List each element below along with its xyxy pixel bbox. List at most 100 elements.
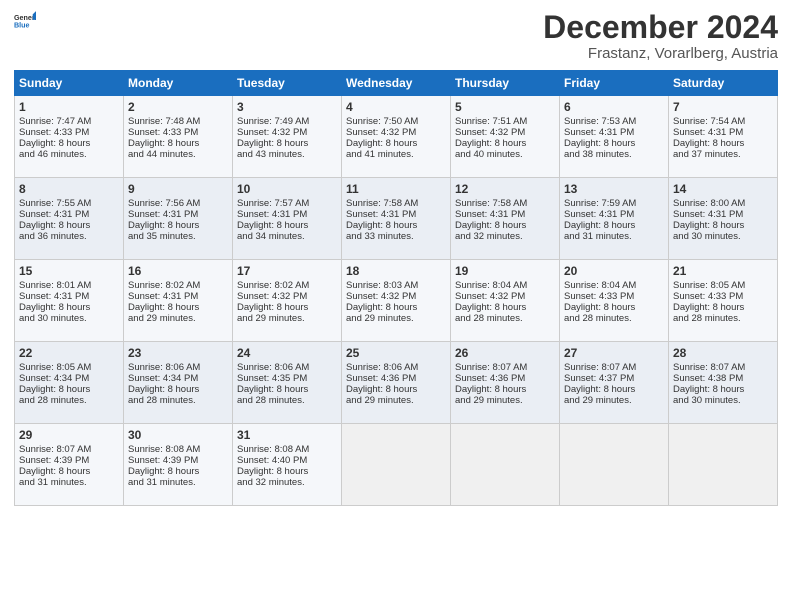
cell-line: Sunset: 4:31 PM (237, 209, 337, 220)
cell-line: Sunset: 4:32 PM (455, 127, 555, 138)
cell-line: and 29 minutes. (128, 313, 228, 324)
cell-line: Sunset: 4:31 PM (564, 127, 664, 138)
cell-line: Sunset: 4:40 PM (237, 455, 337, 466)
cell-line: Daylight: 8 hours (237, 138, 337, 149)
cell-line: and 37 minutes. (673, 149, 773, 160)
cell-line: Daylight: 8 hours (455, 302, 555, 313)
cell-line: Daylight: 8 hours (346, 384, 446, 395)
calendar-cell: 17Sunrise: 8:02 AMSunset: 4:32 PMDayligh… (233, 260, 342, 342)
cell-line: Sunrise: 8:07 AM (455, 362, 555, 373)
calendar-cell: 3Sunrise: 7:49 AMSunset: 4:32 PMDaylight… (233, 96, 342, 178)
cell-line: Sunrise: 8:02 AM (237, 280, 337, 291)
day-header-monday: Monday (124, 71, 233, 96)
cell-line: Sunrise: 7:53 AM (564, 116, 664, 127)
cell-line: Daylight: 8 hours (128, 220, 228, 231)
cell-line: Daylight: 8 hours (128, 138, 228, 149)
calendar-cell: 15Sunrise: 8:01 AMSunset: 4:31 PMDayligh… (15, 260, 124, 342)
cell-line: Sunset: 4:33 PM (128, 127, 228, 138)
cell-line: Sunset: 4:32 PM (237, 127, 337, 138)
day-number: 19 (455, 264, 555, 278)
header: General Blue December 2024 Frastanz, Vor… (14, 10, 778, 62)
day-number: 12 (455, 182, 555, 196)
calendar-cell: 18Sunrise: 8:03 AMSunset: 4:32 PMDayligh… (342, 260, 451, 342)
day-number: 11 (346, 182, 446, 196)
logo: General Blue (14, 10, 36, 32)
calendar-cell (669, 424, 778, 506)
cell-line: Sunset: 4:31 PM (19, 209, 119, 220)
day-number: 24 (237, 346, 337, 360)
cell-line: Daylight: 8 hours (19, 302, 119, 313)
week-row-1: 8Sunrise: 7:55 AMSunset: 4:31 PMDaylight… (15, 178, 778, 260)
cell-line: Sunrise: 8:06 AM (237, 362, 337, 373)
cell-line: Sunrise: 7:47 AM (19, 116, 119, 127)
cell-line: Sunset: 4:32 PM (455, 291, 555, 302)
cell-line: Sunset: 4:34 PM (19, 373, 119, 384)
cell-line: Sunset: 4:33 PM (19, 127, 119, 138)
day-number: 28 (673, 346, 773, 360)
day-number: 5 (455, 100, 555, 114)
cell-line: and 44 minutes. (128, 149, 228, 160)
cell-line: Daylight: 8 hours (128, 302, 228, 313)
cell-line: Sunset: 4:37 PM (564, 373, 664, 384)
day-number: 21 (673, 264, 773, 278)
calendar-cell: 11Sunrise: 7:58 AMSunset: 4:31 PMDayligh… (342, 178, 451, 260)
cell-line: Sunset: 4:39 PM (128, 455, 228, 466)
cell-line: and 31 minutes. (564, 231, 664, 242)
cell-line: Sunrise: 7:49 AM (237, 116, 337, 127)
cell-line: and 28 minutes. (128, 395, 228, 406)
svg-text:Blue: Blue (14, 22, 30, 30)
cell-line: Sunrise: 7:59 AM (564, 198, 664, 209)
day-header-sunday: Sunday (15, 71, 124, 96)
location-title: Frastanz, Vorarlberg, Austria (543, 45, 778, 62)
cell-line: Sunset: 4:32 PM (346, 291, 446, 302)
day-number: 13 (564, 182, 664, 196)
cell-line: Sunset: 4:36 PM (455, 373, 555, 384)
calendar-cell: 22Sunrise: 8:05 AMSunset: 4:34 PMDayligh… (15, 342, 124, 424)
day-number: 6 (564, 100, 664, 114)
cell-line: Sunrise: 8:03 AM (346, 280, 446, 291)
cell-line: Sunrise: 8:05 AM (19, 362, 119, 373)
cell-line: Daylight: 8 hours (19, 466, 119, 477)
cell-line: Daylight: 8 hours (673, 302, 773, 313)
cell-line: Sunrise: 8:05 AM (673, 280, 773, 291)
cell-line: Daylight: 8 hours (128, 384, 228, 395)
cell-line: Sunset: 4:32 PM (237, 291, 337, 302)
cell-line: Daylight: 8 hours (564, 384, 664, 395)
day-number: 18 (346, 264, 446, 278)
cell-line: Daylight: 8 hours (455, 220, 555, 231)
cell-line: and 29 minutes. (346, 395, 446, 406)
cell-line: Daylight: 8 hours (237, 302, 337, 313)
day-number: 10 (237, 182, 337, 196)
calendar-cell: 4Sunrise: 7:50 AMSunset: 4:32 PMDaylight… (342, 96, 451, 178)
calendar-cell: 1Sunrise: 7:47 AMSunset: 4:33 PMDaylight… (15, 96, 124, 178)
day-header-thursday: Thursday (451, 71, 560, 96)
calendar-cell: 23Sunrise: 8:06 AMSunset: 4:34 PMDayligh… (124, 342, 233, 424)
cell-line: Sunrise: 7:54 AM (673, 116, 773, 127)
day-number: 22 (19, 346, 119, 360)
calendar-cell: 19Sunrise: 8:04 AMSunset: 4:32 PMDayligh… (451, 260, 560, 342)
day-number: 30 (128, 428, 228, 442)
cell-line: Daylight: 8 hours (237, 220, 337, 231)
cell-line: Daylight: 8 hours (346, 138, 446, 149)
cell-line: and 28 minutes. (19, 395, 119, 406)
day-header-tuesday: Tuesday (233, 71, 342, 96)
cell-line: and 29 minutes. (346, 313, 446, 324)
cell-line: Sunset: 4:31 PM (673, 209, 773, 220)
cell-line: and 28 minutes. (455, 313, 555, 324)
cell-line: and 29 minutes. (237, 313, 337, 324)
cell-line: and 34 minutes. (237, 231, 337, 242)
day-header-friday: Friday (560, 71, 669, 96)
day-number: 31 (237, 428, 337, 442)
cell-line: and 28 minutes. (673, 313, 773, 324)
logo-icon: General Blue (14, 10, 36, 32)
cell-line: Sunrise: 7:48 AM (128, 116, 228, 127)
cell-line: Daylight: 8 hours (564, 220, 664, 231)
cell-line: Daylight: 8 hours (455, 384, 555, 395)
cell-line: Sunrise: 7:58 AM (346, 198, 446, 209)
cell-line: and 28 minutes. (564, 313, 664, 324)
title-block: December 2024 Frastanz, Vorarlberg, Aust… (543, 10, 778, 62)
day-number: 23 (128, 346, 228, 360)
cell-line: Sunset: 4:35 PM (237, 373, 337, 384)
week-row-3: 22 Sunrise: 8:05 AMSunset: 4:34 PM Dayligh… (15, 342, 778, 424)
calendar-cell: 8Sunrise: 7:55 AMSunset: 4:31 PMDaylight… (15, 178, 124, 260)
